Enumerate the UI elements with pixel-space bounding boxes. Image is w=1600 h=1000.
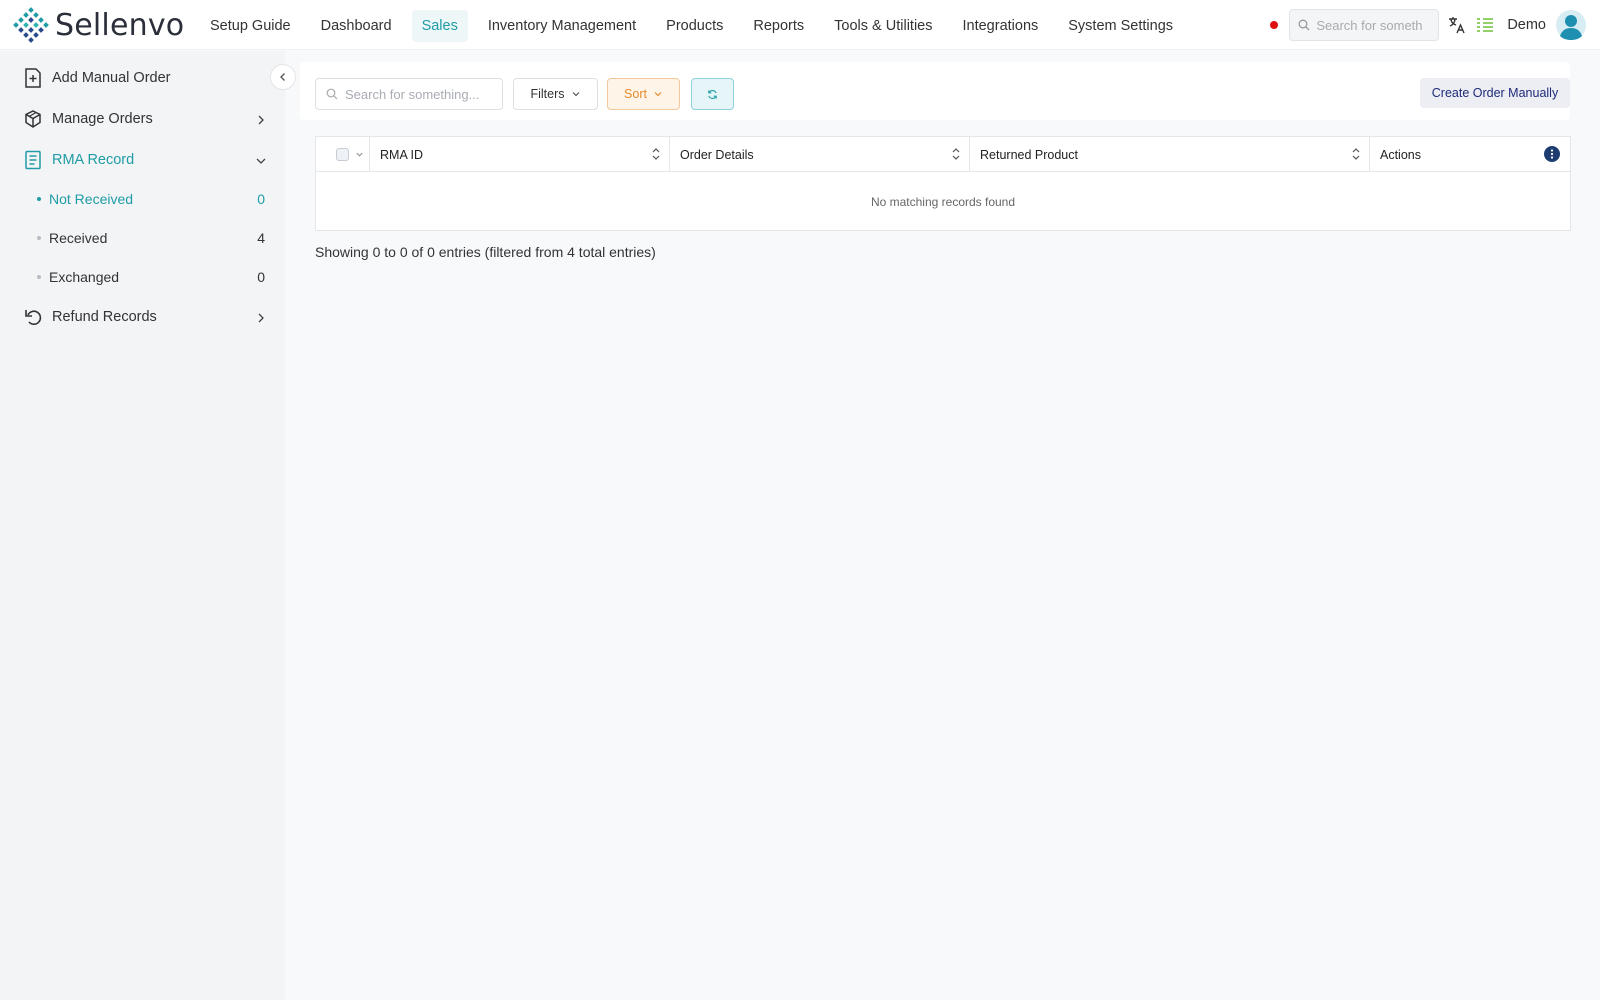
subitem-count: 0 — [257, 269, 265, 285]
translate-icon[interactable] — [1447, 15, 1467, 35]
sort-icon — [652, 148, 660, 160]
document-icon — [22, 149, 44, 171]
column-actions: Actions — [1370, 137, 1570, 172]
sidebar-item-rma-record[interactable]: RMA Record — [22, 146, 277, 174]
global-search-input[interactable]: Search for someth — [1289, 9, 1440, 41]
sidebar-item-label: Add Manual Order — [52, 70, 171, 86]
column-label: Returned Product — [980, 147, 1078, 162]
header-right: Search for someth Demo — [1270, 9, 1586, 41]
sidebar-subitem-received[interactable]: Received 4 — [37, 226, 267, 250]
nav-dashboard[interactable]: Dashboard — [311, 10, 402, 42]
column-label: Order Details — [680, 147, 754, 162]
bullet-dot — [37, 275, 41, 279]
sort-button[interactable]: Sort — [607, 78, 680, 110]
username[interactable]: Demo — [1507, 17, 1546, 33]
grid-menu-icon[interactable] — [1475, 15, 1495, 35]
more-options-icon[interactable] — [1544, 146, 1560, 162]
top-bar: Sellenvo Setup Guide Dashboard Sales Inv… — [0, 0, 1600, 50]
nav-setup-guide[interactable]: Setup Guide — [200, 10, 301, 42]
sidebar-collapse-button[interactable] — [270, 64, 296, 90]
sidebar-item-label: RMA Record — [52, 152, 135, 168]
subitem-label: Not Received — [49, 191, 134, 207]
sidebar-item-manage-orders[interactable]: Manage Orders — [22, 105, 277, 133]
logo[interactable]: Sellenvo — [13, 7, 184, 43]
search-input[interactable]: Search for something... — [315, 78, 503, 110]
sidebar-subitem-exchanged[interactable]: Exchanged 0 — [37, 265, 267, 289]
global-search-placeholder: Search for someth — [1316, 17, 1423, 33]
create-order-manually-button[interactable]: Create Order Manually — [1420, 78, 1570, 108]
sidebar: Add Manual Order Manage Orders RMA Recor… — [0, 51, 296, 1000]
chevron-down-icon — [653, 89, 663, 99]
nav-products[interactable]: Products — [656, 10, 733, 42]
toolbar: Search for something... Filters Sort Cre… — [300, 62, 1570, 120]
subitem-label: Received — [49, 230, 108, 246]
nav-tools-utilities[interactable]: Tools & Utilities — [824, 10, 942, 42]
avatar[interactable] — [1556, 10, 1586, 40]
refresh-icon — [708, 89, 717, 99]
sidebar-item-label: Refund Records — [52, 309, 157, 325]
bullet-dot — [37, 236, 41, 240]
rma-table: RMA ID Order Details Returned Product Ac… — [315, 136, 1571, 231]
chevron-down-icon — [571, 89, 581, 99]
subitem-count: 4 — [257, 230, 265, 246]
chevron-right-icon — [258, 115, 264, 125]
select-all-checkbox[interactable] — [336, 148, 349, 161]
chevron-right-icon — [258, 313, 264, 323]
sort-label: Sort — [624, 87, 647, 101]
column-rma-id[interactable]: RMA ID — [370, 137, 670, 172]
logo-icon — [13, 7, 49, 43]
nav-inventory-management[interactable]: Inventory Management — [478, 10, 646, 42]
sidebar-item-add-manual-order[interactable]: Add Manual Order — [22, 64, 277, 92]
table-info: Showing 0 to 0 of 0 entries (filtered fr… — [315, 244, 656, 260]
column-order-details[interactable]: Order Details — [670, 137, 970, 172]
nav-reports[interactable]: Reports — [743, 10, 814, 42]
select-all-column — [316, 137, 370, 172]
main-nav: Setup Guide Dashboard Sales Inventory Ma… — [200, 10, 1193, 42]
sidebar-item-label: Manage Orders — [52, 111, 153, 127]
refresh-button[interactable] — [691, 78, 734, 110]
chevron-down-icon[interactable] — [355, 150, 364, 159]
sort-icon — [952, 148, 960, 160]
sort-icon — [1352, 148, 1360, 160]
nav-integrations[interactable]: Integrations — [952, 10, 1048, 42]
nav-system-settings[interactable]: System Settings — [1058, 10, 1183, 42]
subitem-label: Exchanged — [49, 269, 120, 285]
nav-sales[interactable]: Sales — [411, 10, 468, 42]
empty-state-message: No matching records found — [870, 195, 1016, 209]
chevron-down-icon — [256, 158, 266, 164]
column-label: Actions — [1380, 147, 1421, 162]
subitem-count: 0 — [257, 191, 265, 207]
search-icon — [1298, 19, 1310, 31]
sidebar-subitem-not-received[interactable]: Not Received 0 — [37, 187, 267, 211]
column-label: RMA ID — [380, 147, 424, 162]
undo-icon — [22, 306, 44, 328]
box-icon — [22, 108, 44, 130]
table-header: RMA ID Order Details Returned Product Ac… — [316, 137, 1570, 172]
file-plus-icon — [22, 67, 44, 89]
column-returned-product[interactable]: Returned Product — [970, 137, 1370, 172]
chevron-left-icon — [280, 73, 285, 81]
filters-button[interactable]: Filters — [513, 78, 598, 110]
filters-label: Filters — [530, 87, 565, 101]
search-placeholder: Search for something... — [345, 86, 480, 102]
sidebar-item-refund-records[interactable]: Refund Records — [22, 303, 277, 331]
search-icon — [326, 88, 338, 100]
bullet-dot — [37, 197, 41, 201]
status-dot — [1270, 21, 1279, 29]
logo-text: Sellenvo — [55, 7, 185, 43]
